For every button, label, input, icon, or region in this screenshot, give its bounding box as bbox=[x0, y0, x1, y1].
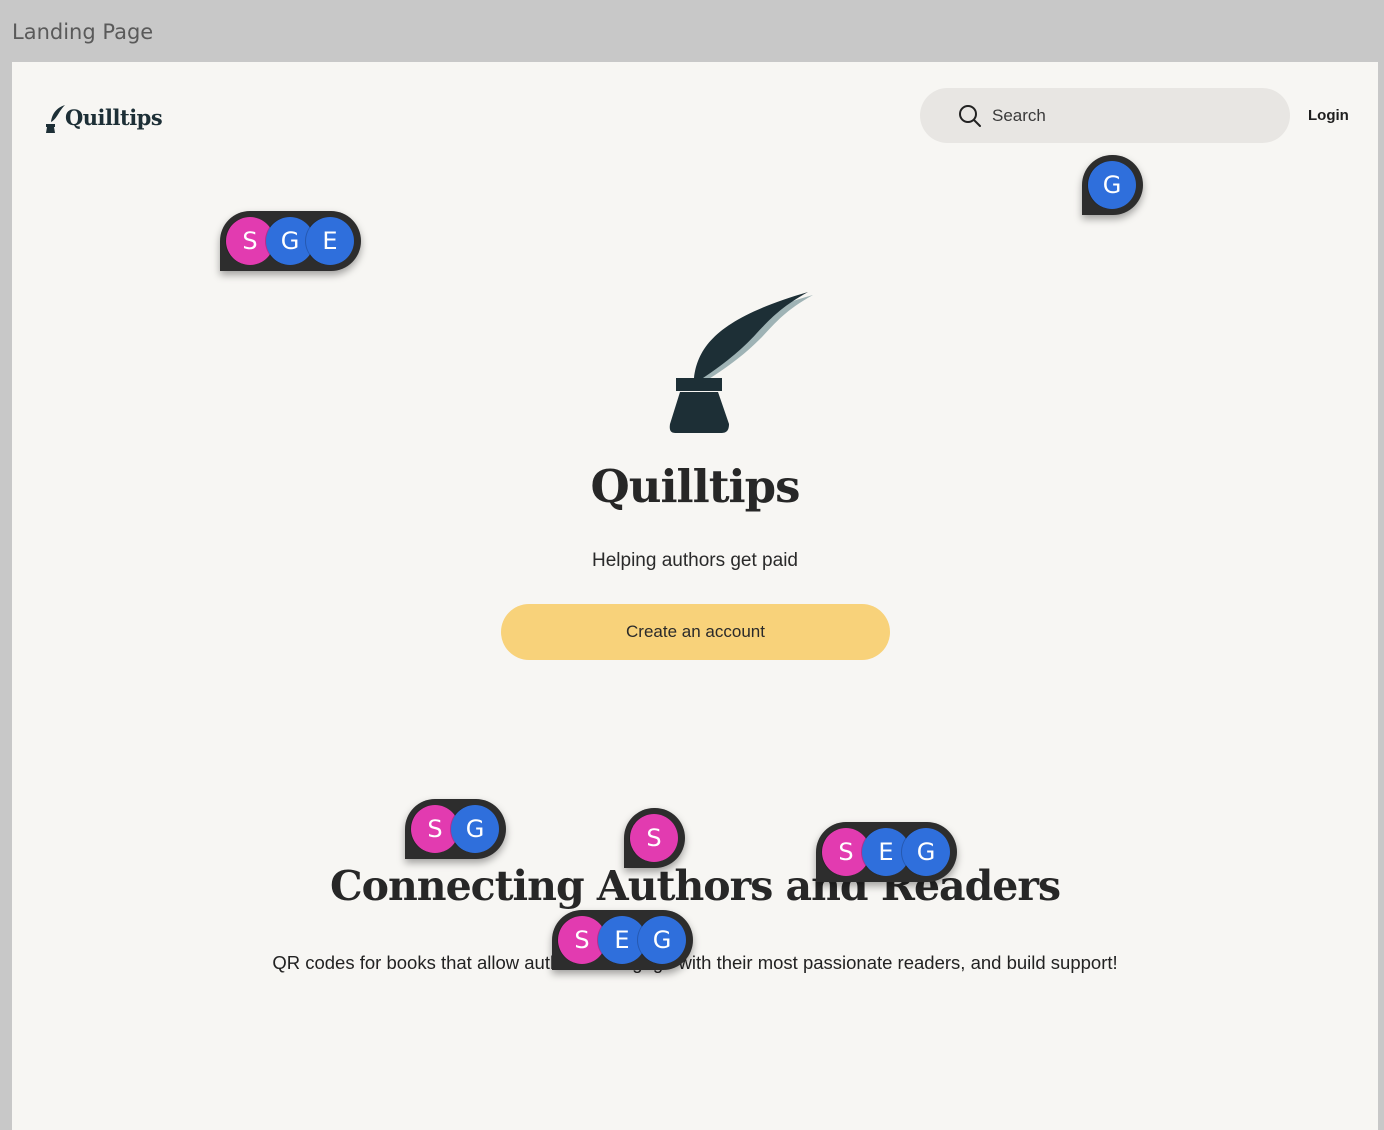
logo-text: Quilltips bbox=[65, 104, 163, 130]
login-link[interactable]: Login bbox=[1308, 107, 1349, 124]
frame-title: Landing Page bbox=[12, 20, 154, 44]
collaborator-cursor: G bbox=[1082, 155, 1143, 215]
search-bar[interactable] bbox=[920, 88, 1290, 143]
create-account-button[interactable]: Create an account bbox=[501, 604, 890, 660]
search-input[interactable] bbox=[990, 104, 1244, 127]
avatar: G bbox=[1088, 161, 1136, 209]
quill-ink-illustration-icon bbox=[669, 292, 813, 433]
landing-page-canvas: Quilltips Login Quilltips Helping author… bbox=[12, 62, 1378, 1130]
collaborator-cursor: S E G bbox=[552, 910, 693, 970]
quill-ink-logo-icon bbox=[46, 105, 65, 133]
collaborator-cursor: S bbox=[624, 808, 685, 868]
hero-title: Quilltips bbox=[590, 460, 801, 513]
section-title: Connecting Authors and Readers bbox=[329, 862, 1061, 910]
collaborator-cursor: S E G bbox=[816, 822, 957, 882]
collaborator-cursor: S G E bbox=[220, 211, 361, 271]
avatar: E bbox=[306, 217, 354, 265]
avatar: S bbox=[630, 814, 678, 862]
collaborator-cursor: S G bbox=[405, 799, 506, 859]
section-body: QR codes for books that allow authors to… bbox=[272, 952, 1118, 973]
hero-subtitle: Helping authors get paid bbox=[592, 550, 798, 571]
avatar: G bbox=[638, 916, 686, 964]
header-logo[interactable]: Quilltips bbox=[45, 97, 163, 137]
avatar: G bbox=[902, 828, 950, 876]
avatar: G bbox=[451, 805, 499, 853]
search-icon bbox=[959, 104, 981, 127]
